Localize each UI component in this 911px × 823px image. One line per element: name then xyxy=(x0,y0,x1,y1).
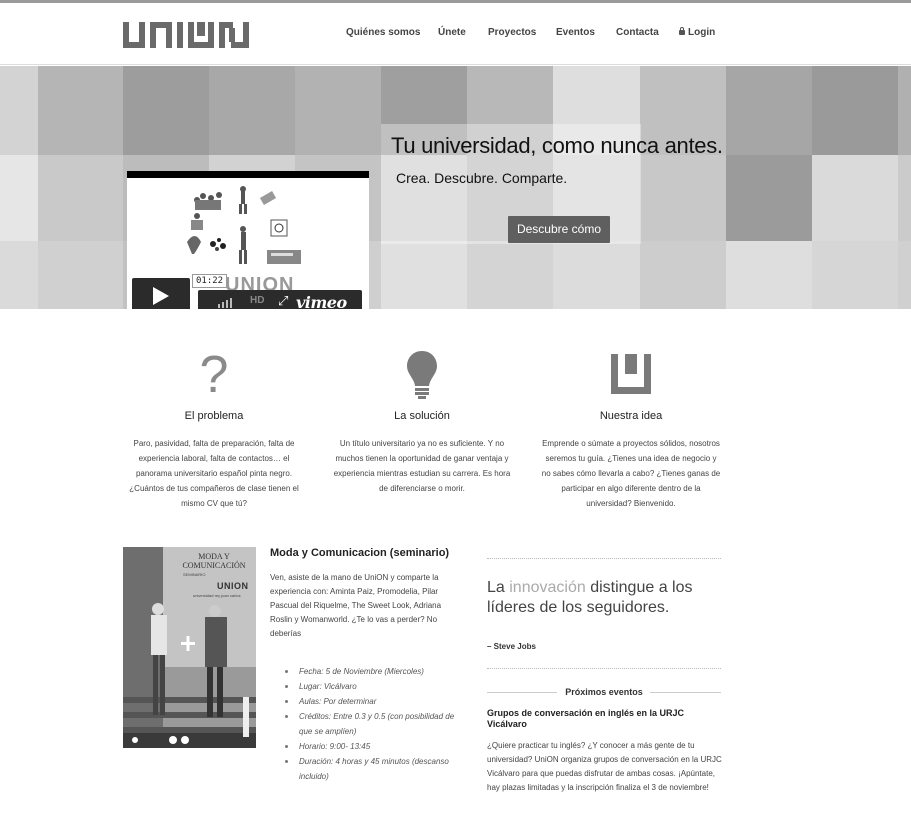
mosaic-tile xyxy=(726,241,812,309)
hero-subtitle: Crea. Descubre. Comparte. xyxy=(396,170,568,186)
nav-login[interactable]: Login xyxy=(679,27,715,38)
seminar-poster[interactable]: MODA Y COMUNICACIÓN SEMINARIO UNION univ… xyxy=(123,547,256,748)
events-heading-label: Próximos eventos xyxy=(565,687,643,697)
feature-text: Paro, pasividad, falta de preparación, f… xyxy=(129,439,299,508)
mosaic-tile xyxy=(38,66,123,155)
video-time: 01:22 xyxy=(192,274,228,288)
mosaic-tile xyxy=(553,241,640,309)
hd-toggle[interactable]: HD xyxy=(250,295,264,306)
main-nav: Quiénes somos Únete Proyectos Eventos Co… xyxy=(0,27,911,43)
mosaic-tile xyxy=(812,155,898,241)
quote-start: La xyxy=(487,579,510,596)
lightbulb-icon xyxy=(332,350,512,400)
mosaic-tile xyxy=(38,241,123,309)
events-heading: Próximos eventos xyxy=(487,686,721,700)
nav-contacta[interactable]: Contacta xyxy=(616,27,659,38)
video-illustration xyxy=(187,186,301,264)
detail-date: Fecha: 5 de Noviembre (Miercoles) xyxy=(285,664,459,679)
divider xyxy=(487,558,721,560)
mosaic-tile xyxy=(123,66,209,155)
feature-title: El problema xyxy=(184,410,244,422)
mosaic-tile xyxy=(0,66,38,155)
video-player[interactable]: UNION 01:22 HD ⤢ vimeo xyxy=(127,171,369,309)
detail-place: Lugar: Vicálvaro xyxy=(285,679,459,694)
mosaic-tile xyxy=(381,241,467,309)
question-icon: ? xyxy=(199,346,229,404)
lock-icon xyxy=(679,27,685,35)
nav-quienes-somos[interactable]: Quiénes somos xyxy=(346,27,420,38)
mosaic-tile xyxy=(812,241,898,309)
article-body: Ven, asiste de la mano de UniON y compar… xyxy=(270,573,442,638)
mosaic-tile xyxy=(0,241,38,309)
volume-icon[interactable] xyxy=(218,298,234,308)
poster-small-text: universidad rey juan carlos xyxy=(193,593,241,598)
feature-solution: La solución Un título universitario ya n… xyxy=(332,350,512,496)
mosaic-tile xyxy=(467,241,553,309)
play-icon[interactable] xyxy=(132,278,190,309)
event-title[interactable]: Grupos de conversación en inglés en la U… xyxy=(487,708,721,730)
site-header: Quiénes somos Únete Proyectos Eventos Co… xyxy=(0,3,911,65)
mosaic-tile xyxy=(38,155,123,241)
detail-credits: Créditos: Entre 0.3 y 0.5 (con posibilid… xyxy=(285,709,459,739)
mosaic-tile xyxy=(640,155,726,241)
nav-unete[interactable]: Únete xyxy=(438,27,466,38)
nav-eventos[interactable]: Eventos xyxy=(556,27,595,38)
divider xyxy=(487,668,721,670)
fullscreen-icon[interactable]: ⤢ xyxy=(278,294,288,308)
article-title[interactable]: Moda y Comunicacion (seminario) xyxy=(270,547,449,559)
mosaic-tile xyxy=(726,66,812,155)
hero-title: Tu universidad, como nunca antes. xyxy=(391,133,723,158)
mosaic-tile xyxy=(812,66,898,155)
feature-text: Un título universitario ya no es suficie… xyxy=(333,439,511,493)
detail-duration: Duración: 4 horas y 45 minutos (descanso… xyxy=(285,754,459,784)
feature-text: Emprende o súmate a proyectos sólidos, n… xyxy=(541,439,721,508)
detail-schedule: Horario: 9:00- 13:45 xyxy=(285,739,459,754)
quote-author: – Steve Jobs xyxy=(487,642,536,651)
discover-button[interactable]: Descubre cómo xyxy=(508,216,610,243)
mosaic-tile xyxy=(898,241,911,309)
feature-title: Nuestra idea xyxy=(599,410,663,422)
mosaic-tile xyxy=(898,155,911,241)
mosaic-tile xyxy=(295,66,381,155)
poster-brand: UNION xyxy=(217,581,249,591)
mosaic-tile xyxy=(209,66,295,155)
mosaic-tile xyxy=(0,155,38,241)
mosaic-tile xyxy=(640,241,726,309)
feature-problem: ? El problema Paro, pasividad, falta de … xyxy=(124,346,304,511)
union-logo-icon xyxy=(541,350,721,400)
nav-proyectos[interactable]: Proyectos xyxy=(488,27,536,38)
detail-rooms: Aulas: Por determinar xyxy=(285,694,459,709)
poster-image xyxy=(123,547,256,748)
poster-subtitle: SEMINARIO xyxy=(183,572,206,577)
event-body: ¿Quiere practicar tu inglés? ¿Y conocer … xyxy=(487,741,722,792)
quote-highlight: innovación xyxy=(509,579,586,596)
poster-title: MODA Y COMUNICACIÓN xyxy=(182,552,246,570)
video-controls: HD ⤢ vimeo xyxy=(198,290,362,309)
event-details: Fecha: 5 de Noviembre (Miercoles) Lugar:… xyxy=(285,664,459,784)
quote: La innovación distingue a los líderes de… xyxy=(487,578,717,618)
hero-banner: UNION 01:22 HD ⤢ vimeo xyxy=(0,66,911,309)
feature-idea: Nuestra idea Emprende o súmate a proyect… xyxy=(541,350,721,511)
nav-login-label: Login xyxy=(688,27,716,38)
mosaic-tile xyxy=(898,66,911,155)
feature-title: La solución xyxy=(394,410,450,422)
mosaic-tile xyxy=(726,155,812,241)
vimeo-logo[interactable]: vimeo xyxy=(296,293,347,309)
